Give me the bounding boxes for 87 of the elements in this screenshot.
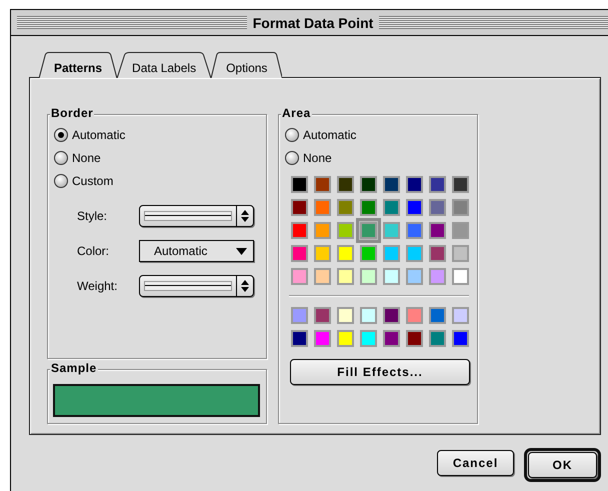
color-swatch[interactable] (337, 199, 354, 216)
color-swatch[interactable] (452, 330, 469, 347)
stepper-arrows-icon (241, 280, 249, 292)
color-swatch[interactable] (291, 176, 308, 193)
tab[interactable]: Patterns (39, 52, 118, 78)
color-swatch[interactable] (429, 199, 446, 216)
color-swatch[interactable] (291, 268, 308, 285)
color-swatch[interactable] (383, 268, 400, 285)
color-swatch[interactable] (383, 176, 400, 193)
color-swatch[interactable] (337, 330, 354, 347)
color-swatch[interactable] (314, 307, 331, 324)
radio-button[interactable] (285, 150, 299, 164)
color-swatch[interactable] (291, 222, 308, 239)
field-label: Color: (77, 244, 110, 258)
color-swatch[interactable] (406, 330, 423, 347)
color-swatch[interactable] (291, 199, 308, 216)
line-popup[interactable] (139, 274, 254, 296)
color-swatch[interactable] (429, 307, 446, 324)
color-swatch[interactable] (337, 268, 354, 285)
color-swatch[interactable] (452, 307, 469, 324)
color-swatch[interactable] (383, 199, 400, 216)
color-swatch[interactable] (452, 199, 469, 216)
color-swatch[interactable] (429, 268, 446, 285)
title-bar[interactable]: Format Data Point (11, 10, 608, 36)
color-swatch[interactable] (383, 245, 400, 262)
caret-icon (236, 248, 247, 254)
color-swatch[interactable] (360, 330, 377, 347)
color-swatch[interactable] (429, 330, 446, 347)
radio-label[interactable]: Custom (72, 174, 114, 188)
group-title: Border (50, 106, 94, 120)
color-swatch[interactable] (360, 245, 377, 262)
radio-button[interactable] (54, 174, 68, 188)
color-swatch[interactable] (406, 268, 423, 285)
radio-button[interactable] (54, 150, 68, 164)
color-swatch[interactable] (360, 199, 377, 216)
color-swatch[interactable] (429, 222, 446, 239)
line-preview-icon (144, 210, 232, 220)
radio-button[interactable] (54, 128, 68, 142)
color-swatch[interactable] (360, 268, 377, 285)
color-swatch[interactable] (383, 222, 400, 239)
color-swatch[interactable] (314, 176, 331, 193)
cancel-button[interactable]: Cancel (437, 450, 514, 476)
color-swatch[interactable] (337, 222, 354, 239)
tab[interactable]: Data Labels (117, 52, 212, 78)
color-swatch[interactable] (291, 307, 308, 324)
color-swatch[interactable] (429, 245, 446, 262)
stepper-arrows-icon (241, 210, 249, 222)
field-label: Style: (77, 208, 108, 222)
color-swatch[interactable] (452, 222, 469, 239)
color-swatch[interactable] (337, 307, 354, 324)
radio-label[interactable]: None (303, 150, 332, 164)
color-swatch[interactable] (314, 245, 331, 262)
color-swatch[interactable] (314, 199, 331, 216)
color-swatch[interactable] (337, 176, 354, 193)
color-swatch[interactable] (406, 245, 423, 262)
color-swatch[interactable] (406, 307, 423, 324)
radio-label[interactable]: Automatic (72, 128, 126, 142)
window-title: Format Data Point (252, 14, 374, 30)
color-swatch[interactable] (291, 330, 308, 347)
color-swatch[interactable] (360, 307, 377, 324)
color-swatch[interactable] (406, 222, 423, 239)
color-dropdown[interactable]: Automatic (139, 240, 254, 262)
color-swatch[interactable] (314, 222, 331, 239)
radio-button[interactable] (285, 128, 299, 142)
color-swatch[interactable] (452, 245, 469, 262)
radio-label[interactable]: None (72, 150, 101, 164)
field-label: Weight: (77, 278, 118, 292)
fill-effects-button[interactable]: Fill Effects... (290, 359, 470, 385)
color-swatch[interactable] (383, 330, 400, 347)
color-swatch[interactable] (360, 176, 377, 193)
color-swatch[interactable] (383, 307, 400, 324)
radio-label[interactable]: Automatic (303, 128, 356, 142)
color-swatch[interactable] (452, 176, 469, 193)
group-title: Sample (50, 361, 98, 375)
color-swatch[interactable] (314, 268, 331, 285)
color-swatch[interactable] (406, 176, 423, 193)
line-popup[interactable] (139, 204, 254, 226)
line-preview-icon (144, 280, 232, 290)
color-swatch[interactable] (337, 245, 354, 262)
color-swatch[interactable] (429, 176, 446, 193)
ok-button[interactable]: OK (528, 452, 597, 478)
color-swatch[interactable] (314, 330, 331, 347)
color-swatch[interactable] (406, 199, 423, 216)
color-swatch[interactable] (452, 268, 469, 285)
color-swatch[interactable] (291, 245, 308, 262)
group-title: Area (281, 106, 312, 120)
tab[interactable]: Options (211, 52, 282, 78)
